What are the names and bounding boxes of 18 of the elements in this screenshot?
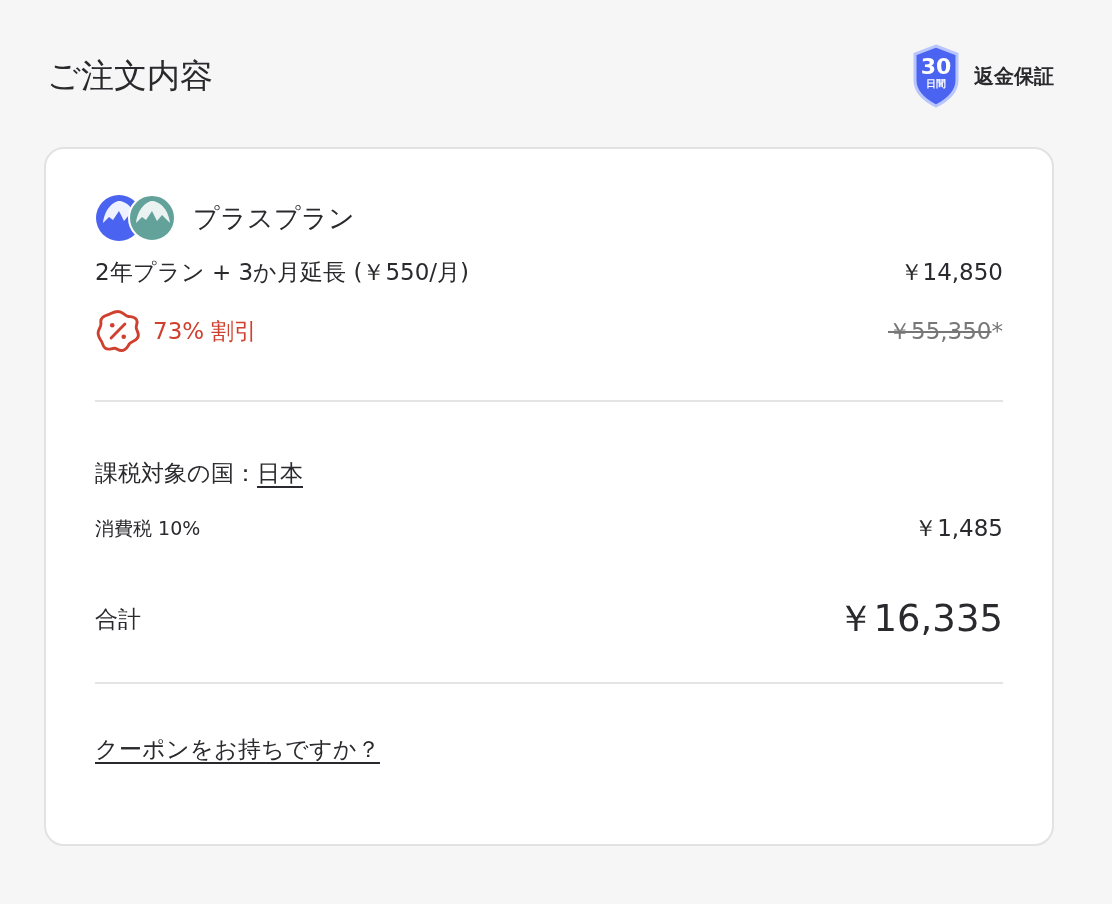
page-title: ご注文内容 — [47, 54, 213, 97]
coupon-link[interactable]: クーポンをお持ちですか？ — [95, 734, 380, 765]
country-link[interactable]: 日本 — [257, 458, 303, 489]
guarantee-label: 返金保証 — [974, 62, 1054, 90]
plan-logo-icon — [95, 193, 177, 243]
original-price: ￥55,350 — [888, 316, 992, 346]
total-label: 合計 — [95, 604, 141, 634]
plan-name: プラスプラン — [193, 201, 355, 235]
guarantee-badge: 30 日間 — [912, 44, 960, 108]
discount-icon — [95, 308, 141, 354]
plan-price: ￥14,850 — [899, 258, 1003, 287]
footnote-mark: * — [991, 318, 1003, 344]
tax-amount: ￥1,485 — [914, 514, 1003, 543]
tax-rate-label: 消費税 10% — [95, 515, 201, 541]
tax-country-label: 課税対象の国： — [95, 459, 257, 488]
total-amount: ￥16,335 — [836, 596, 1003, 642]
plan-term: 2年プラン + 3か月延長 (￥550/月) — [95, 258, 470, 287]
discount-label: 73% 割引 — [153, 316, 258, 346]
